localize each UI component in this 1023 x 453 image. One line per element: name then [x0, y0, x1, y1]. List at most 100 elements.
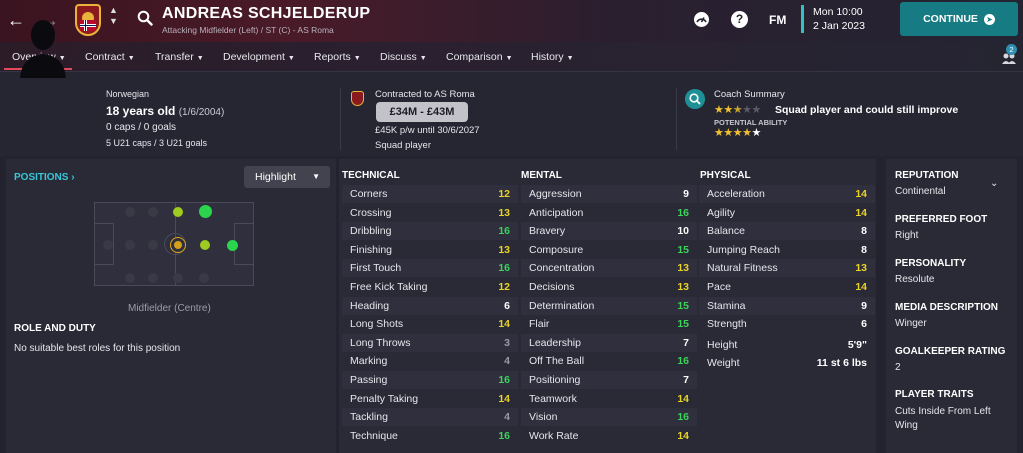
attribute-row-determination[interactable]: Determination 15 — [521, 296, 697, 315]
attribute-value: 4 — [504, 355, 510, 368]
attribute-label: Flair — [529, 318, 550, 331]
attribute-value: 13 — [855, 262, 867, 275]
attribute-row-concentration[interactable]: Concentration 13 — [521, 259, 697, 278]
attribute-value: 16 — [498, 225, 510, 238]
continue-button[interactable]: CONTINUE ➤ — [900, 2, 1018, 36]
attribute-row-tackling[interactable]: Tackling 4 — [342, 408, 518, 427]
current-ability-stars: ★★★★★ — [714, 104, 761, 116]
tab-history[interactable]: History ▼ — [531, 51, 574, 63]
attribute-label: Acceleration — [707, 188, 765, 200]
wage: £45K p/w until 30/6/2027 — [375, 125, 480, 136]
attribute-row-technique[interactable]: Technique 16 — [342, 427, 518, 445]
attribute-label: Free Kick Taking — [350, 281, 428, 293]
attribute-label: Natural Fitness — [707, 262, 778, 275]
tab-development[interactable]: Development ▼ — [223, 51, 295, 63]
attribute-label: Corners — [350, 188, 388, 200]
attribute-row-corners[interactable]: Corners 12 — [342, 185, 518, 203]
position-label: Midfielder (Centre) — [128, 303, 211, 314]
attribute-label: First Touch — [350, 262, 402, 275]
continue-label: CONTINUE — [923, 13, 978, 25]
attribute-row-decisions[interactable]: Decisions 13 — [521, 278, 697, 296]
weight-row: Weight 11 st 6 lbs — [699, 354, 875, 372]
attribute-row-first-touch[interactable]: First Touch 16 — [342, 259, 518, 278]
attribute-label: Penalty Taking — [350, 392, 419, 405]
attribute-row-teamwork[interactable]: Teamwork 14 — [521, 390, 697, 408]
positions-link[interactable]: POSITIONS › — [14, 172, 75, 183]
attribute-label: Pace — [707, 281, 731, 293]
attribute-row-jumping-reach[interactable]: Jumping Reach 8 — [699, 241, 875, 259]
highlight-label: Highlight — [255, 171, 296, 183]
attribute-row-vision[interactable]: Vision 16 — [521, 408, 697, 427]
attribute-row-positioning[interactable]: Positioning 7 — [521, 371, 697, 389]
search-icon[interactable] — [137, 10, 153, 26]
attribute-row-dribbling[interactable]: Dribbling 16 — [342, 222, 518, 241]
technical-title: TECHNICAL — [342, 170, 400, 181]
attribute-row-stamina[interactable]: Stamina 9 — [699, 296, 875, 315]
tab-transfer[interactable]: Transfer ▼ — [155, 51, 204, 63]
help-icon[interactable]: ? — [731, 11, 748, 28]
attribute-value: 14 — [855, 188, 867, 200]
attribute-row-passing[interactable]: Passing 16 — [342, 371, 518, 389]
contract-label: Contracted to AS Roma — [375, 89, 475, 100]
attribute-row-flair[interactable]: Flair 15 — [521, 315, 697, 333]
attribute-value: 14 — [855, 206, 867, 219]
player-positions: Attacking Midfielder (Left) / ST (C) - A… — [162, 25, 334, 35]
attribute-row-long-shots[interactable]: Long Shots 14 — [342, 315, 518, 333]
attribute-row-heading[interactable]: Heading 6 — [342, 296, 518, 315]
transfer-value[interactable]: £34M - £43M — [376, 102, 468, 122]
attribute-label: Determination — [529, 299, 595, 312]
preferred-foot-value: Right — [895, 230, 919, 241]
attribute-row-off-the-ball[interactable]: Off The Ball 16 — [521, 352, 697, 370]
attribute-row-penalty-taking[interactable]: Penalty Taking 14 — [342, 390, 518, 408]
attribute-label: Jumping Reach — [707, 243, 780, 256]
attribute-row-leadership[interactable]: Leadership 7 — [521, 333, 697, 352]
attribute-row-composure[interactable]: Composure 15 — [521, 241, 697, 259]
attribute-value: 16 — [677, 206, 689, 219]
position-dot — [173, 207, 183, 217]
attribute-label: Tackling — [350, 411, 388, 424]
tab-comparison[interactable]: Comparison ▼ — [446, 51, 513, 63]
tab-reports[interactable]: Reports ▼ — [314, 51, 361, 63]
attribute-row-work-rate[interactable]: Work Rate 14 — [521, 427, 697, 445]
coach-search-icon[interactable] — [685, 89, 705, 109]
tab-contract[interactable]: Contract ▼ — [85, 51, 135, 63]
attribute-row-anticipation[interactable]: Anticipation 16 — [521, 204, 697, 222]
player-scroll-icon[interactable]: ▲ ▼ — [109, 5, 118, 27]
attribute-row-natural-fitness[interactable]: Natural Fitness 13 — [699, 259, 875, 278]
fm-logo[interactable]: FM — [769, 13, 786, 27]
attribute-row-pace[interactable]: Pace 14 — [699, 278, 875, 296]
attribute-row-acceleration[interactable]: Acceleration 14 — [699, 185, 875, 203]
attribute-row-long-throws[interactable]: Long Throws 3 — [342, 333, 518, 352]
attribute-label: Decisions — [529, 281, 575, 293]
attribute-label: Leadership — [529, 336, 581, 349]
attribute-row-strength[interactable]: Strength 6 — [699, 315, 875, 333]
physical-title: PHYSICAL — [700, 170, 751, 181]
attribute-row-finishing[interactable]: Finishing 13 — [342, 241, 518, 259]
attribute-value: 15 — [677, 243, 689, 256]
chevron-down-icon: ▼ — [127, 55, 135, 62]
tab-label: Comparison — [446, 51, 503, 63]
player-avatar-icon — [20, 20, 66, 78]
attribute-label: Crossing — [350, 206, 392, 219]
norway-flag-icon — [80, 20, 96, 31]
gauge-icon[interactable] — [693, 11, 710, 28]
player-traits-title: PLAYER TRAITS — [895, 389, 974, 400]
attribute-row-agility[interactable]: Agility 14 — [699, 204, 875, 222]
tab-discuss[interactable]: Discuss ▼ — [380, 51, 427, 63]
chevron-down-icon: ▼ — [196, 55, 204, 62]
highlight-dropdown[interactable]: Highlight ▼ — [244, 166, 330, 188]
attribute-row-aggression[interactable]: Aggression 9 — [521, 185, 697, 203]
attribute-row-bravery[interactable]: Bravery 10 — [521, 222, 697, 241]
attribute-label: Bravery — [529, 225, 566, 238]
attribute-value: 16 — [677, 411, 689, 424]
attribute-label: Passing — [350, 374, 388, 386]
attribute-label: Heading — [350, 299, 390, 312]
attribute-row-marking[interactable]: Marking 4 — [342, 352, 518, 370]
attribute-row-crossing[interactable]: Crossing 13 — [342, 204, 518, 222]
chevron-down-icon: ▼ — [287, 55, 295, 62]
attribute-row-balance[interactable]: Balance 8 — [699, 222, 875, 241]
attribute-row-free-kick-taking[interactable]: Free Kick Taking 12 — [342, 278, 518, 296]
attribute-value: 12 — [498, 188, 510, 200]
weight-label: Weight — [707, 357, 740, 369]
attribute-value: 14 — [855, 281, 867, 293]
